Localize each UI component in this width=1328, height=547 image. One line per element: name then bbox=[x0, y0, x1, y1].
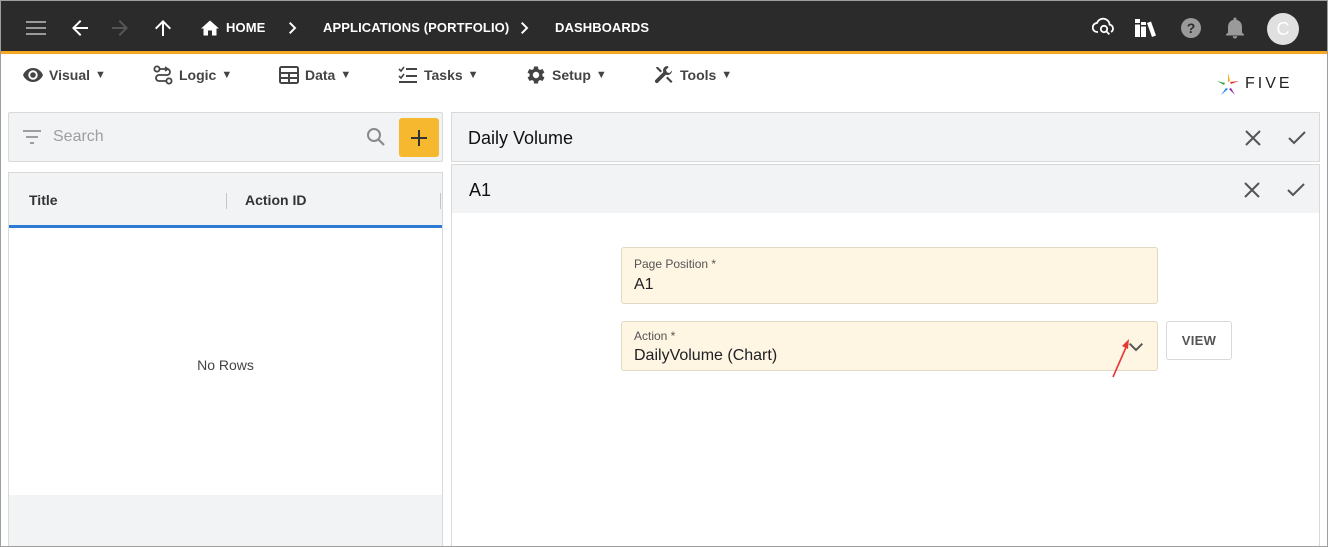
caret-down-icon: ▼ bbox=[721, 69, 733, 81]
caret-down-icon: ▼ bbox=[95, 69, 106, 81]
help-icon[interactable]: ? bbox=[1179, 16, 1203, 40]
svg-text:?: ? bbox=[1187, 20, 1196, 36]
caret-down-icon: ▼ bbox=[467, 69, 479, 81]
menu-visual[interactable]: Visual ▼ bbox=[23, 64, 106, 86]
menu-data-label: Data bbox=[305, 67, 336, 83]
check-icon bbox=[1287, 183, 1305, 197]
list-header: Title Action ID bbox=[9, 173, 442, 228]
breadcrumb-dashboards[interactable]: DASHBOARDS bbox=[555, 20, 649, 35]
empty-state-text: No Rows bbox=[197, 357, 254, 373]
home-icon[interactable] bbox=[200, 19, 220, 37]
breadcrumb-applications[interactable]: APPLICATIONS (PORTFOLIO) bbox=[323, 20, 509, 35]
eye-icon bbox=[23, 68, 43, 82]
panel-title: Daily Volume bbox=[468, 128, 574, 148]
menu-tasks[interactable]: Tasks ▼ bbox=[398, 64, 479, 86]
close-button[interactable] bbox=[1241, 126, 1265, 150]
position-panel-header: A1 bbox=[451, 164, 1320, 214]
menu-tools[interactable]: Tools ▼ bbox=[654, 64, 732, 86]
close-icon bbox=[1244, 182, 1260, 198]
menu-tasks-label: Tasks bbox=[424, 67, 463, 83]
bell-icon[interactable] bbox=[1223, 16, 1247, 40]
view-button[interactable]: VIEW bbox=[1166, 321, 1232, 360]
filter-icon[interactable] bbox=[23, 130, 41, 149]
caret-down-icon: ▼ bbox=[221, 69, 233, 81]
cloud-search-icon[interactable] bbox=[1091, 15, 1117, 39]
avatar[interactable]: C bbox=[1267, 13, 1299, 45]
menu-logic[interactable]: Logic ▼ bbox=[153, 64, 232, 86]
list-footer bbox=[9, 495, 442, 546]
search-icon[interactable] bbox=[366, 127, 386, 152]
add-button[interactable] bbox=[399, 118, 439, 157]
breadcrumb-home[interactable]: HOME bbox=[226, 20, 265, 35]
chevron-right-icon bbox=[519, 21, 531, 35]
menu-setup[interactable]: Setup ▼ bbox=[526, 64, 607, 86]
action-value[interactable]: DailyVolume (Chart) bbox=[634, 347, 777, 365]
action-label: Action * bbox=[634, 329, 676, 343]
column-header-title[interactable]: Title bbox=[29, 192, 58, 208]
dashboard-panel-header: Daily Volume bbox=[451, 112, 1320, 162]
menu-visual-label: Visual bbox=[49, 67, 90, 83]
check-icon bbox=[1288, 131, 1306, 145]
chevron-right-icon bbox=[287, 21, 299, 35]
table-icon bbox=[279, 66, 299, 84]
column-divider[interactable] bbox=[226, 193, 227, 209]
books-icon[interactable] bbox=[1133, 15, 1159, 41]
menu-logic-label: Logic bbox=[179, 67, 217, 83]
caret-down-icon: ▼ bbox=[340, 69, 352, 81]
five-logo: FIVE bbox=[1215, 71, 1293, 97]
top-bar: HOME APPLICATIONS (PORTFOLIO) DASHBOARDS… bbox=[1, 1, 1327, 54]
column-divider[interactable] bbox=[440, 193, 441, 209]
checklist-icon bbox=[398, 66, 417, 83]
page-position-label: Page Position * bbox=[634, 257, 717, 271]
plus-icon bbox=[411, 129, 427, 146]
annotation-arrow-icon bbox=[1109, 337, 1133, 386]
caret-down-icon: ▼ bbox=[595, 69, 607, 81]
app-window: HOME APPLICATIONS (PORTFOLIO) DASHBOARDS… bbox=[0, 0, 1328, 547]
column-header-action-id[interactable]: Action ID bbox=[245, 192, 306, 208]
logo-text: FIVE bbox=[1245, 75, 1293, 92]
page-position-field[interactable]: Page Position * A1 bbox=[621, 247, 1158, 304]
menu-icon[interactable] bbox=[25, 17, 47, 39]
five-logo-icon bbox=[1217, 73, 1239, 95]
gear-icon bbox=[527, 66, 545, 84]
close-button[interactable] bbox=[1240, 178, 1264, 202]
search-input[interactable] bbox=[53, 126, 353, 148]
action-select[interactable]: Action * DailyVolume (Chart) bbox=[621, 321, 1158, 371]
panel-title: A1 bbox=[469, 180, 492, 200]
tools-icon bbox=[654, 66, 673, 84]
menu-setup-label: Setup bbox=[552, 67, 591, 83]
save-button[interactable] bbox=[1284, 178, 1308, 202]
up-arrow-icon[interactable] bbox=[152, 17, 174, 39]
records-list: Title Action ID No Rows bbox=[8, 172, 443, 546]
logic-icon bbox=[153, 65, 173, 85]
menu-bar: Visual ▼ Logic ▼ Data ▼ Tasks ▼ Setup ▼ … bbox=[1, 57, 1327, 101]
menu-tools-label: Tools bbox=[680, 67, 717, 83]
page-position-value[interactable]: A1 bbox=[634, 276, 654, 294]
close-icon bbox=[1245, 130, 1261, 146]
back-arrow-icon[interactable] bbox=[69, 17, 91, 39]
menu-data[interactable]: Data ▼ bbox=[279, 64, 351, 86]
search-bar bbox=[8, 112, 443, 162]
forward-arrow-icon[interactable] bbox=[109, 17, 131, 39]
save-button[interactable] bbox=[1285, 126, 1309, 150]
